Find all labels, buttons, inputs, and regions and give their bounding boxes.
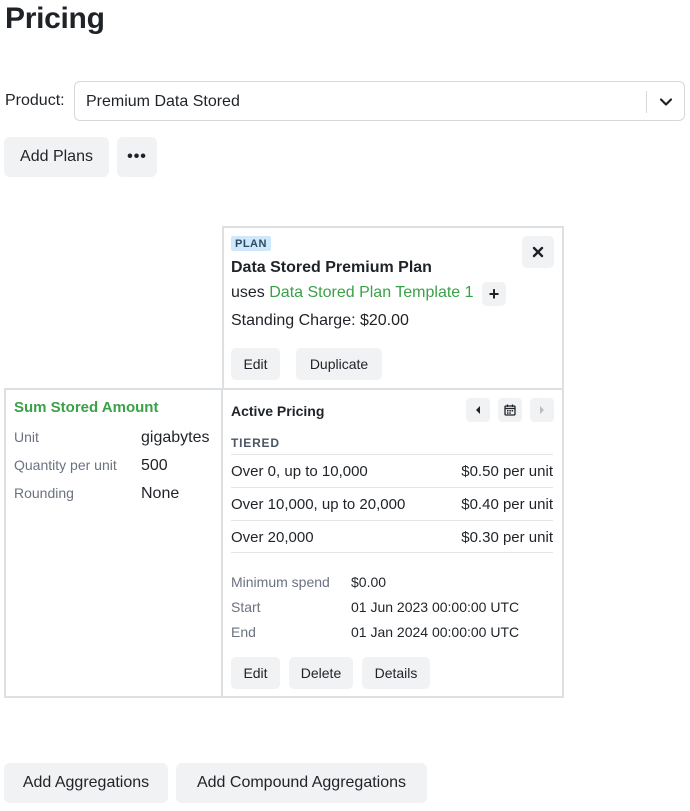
pricing-model: TIERED <box>231 436 280 450</box>
pricing-details-button[interactable]: Details <box>362 657 430 689</box>
tier-price: $0.30 per unit <box>461 529 553 546</box>
meta-value: 01 Jun 2023 00:00:00 UTC <box>351 599 520 615</box>
aggregation-name[interactable]: Sum Stored Amount <box>14 399 158 416</box>
tier-row: Over 20,000 $0.30 per unit <box>231 520 553 553</box>
tier-price: $0.50 per unit <box>461 463 553 480</box>
add-compound-aggregations-button[interactable]: Add Compound Aggregations <box>176 763 427 803</box>
grid-divider <box>221 388 223 698</box>
add-plans-button[interactable]: Add Plans <box>4 137 109 177</box>
agg-field-value: 500 <box>141 457 168 474</box>
tier-row: Over 10,000, up to 20,000 $0.40 per unit <box>231 487 553 520</box>
meta-key: Minimum spend <box>231 574 330 590</box>
chevron-right-icon[interactable] <box>530 398 554 422</box>
product-label: Product: <box>5 92 65 109</box>
chevron-left-icon[interactable] <box>466 398 490 422</box>
plan-duplicate-button[interactable]: Duplicate <box>296 348 382 380</box>
active-pricing-title: Active Pricing <box>231 403 325 419</box>
meta-key: End <box>231 624 256 640</box>
plan-template-link[interactable]: Data Stored Plan Template 1 <box>269 284 473 301</box>
tier-row: Over 0, up to 10,000 $0.50 per unit <box>231 454 553 487</box>
plan-edit-button[interactable]: Edit <box>231 348 280 380</box>
agg-field-key: Quantity per unit <box>14 457 117 473</box>
tier-price: $0.40 per unit <box>461 496 553 513</box>
page-title: Pricing <box>5 2 105 35</box>
meta-value: 01 Jan 2024 00:00:00 UTC <box>351 624 520 640</box>
product-select[interactable]: Premium Data Stored <box>74 81 685 121</box>
plan-uses-prefix: uses <box>231 284 270 301</box>
agg-field-key: Rounding <box>14 485 74 501</box>
select-separator <box>646 91 647 113</box>
chevron-down-icon[interactable] <box>659 95 673 109</box>
more-icon[interactable]: ••• <box>117 137 157 177</box>
plan-name: Data Stored Premium Plan <box>231 259 432 276</box>
product-select-value: Premium Data Stored <box>86 93 240 110</box>
agg-field-value: None <box>141 485 180 502</box>
tier-range: Over 0, up to 10,000 <box>231 463 368 480</box>
meta-key: Start <box>231 599 261 615</box>
tier-range: Over 20,000 <box>231 529 314 546</box>
plus-icon[interactable]: + <box>482 282 506 306</box>
agg-field-value: gigabytes <box>141 429 210 446</box>
calendar-icon[interactable] <box>498 398 522 422</box>
close-icon[interactable] <box>522 236 554 268</box>
plan-badge: PLAN <box>231 236 271 251</box>
standing-charge: Standing Charge: $20.00 <box>231 312 409 329</box>
add-aggregations-button[interactable]: Add Aggregations <box>4 763 168 803</box>
pricing-edit-button[interactable]: Edit <box>231 657 280 689</box>
plan-uses: uses Data Stored Plan Template 1 <box>231 284 474 302</box>
pricing-delete-button[interactable]: Delete <box>289 657 353 689</box>
meta-value: $0.00 <box>351 574 387 590</box>
tier-range: Over 10,000, up to 20,000 <box>231 496 406 513</box>
agg-field-key: Unit <box>14 429 39 445</box>
